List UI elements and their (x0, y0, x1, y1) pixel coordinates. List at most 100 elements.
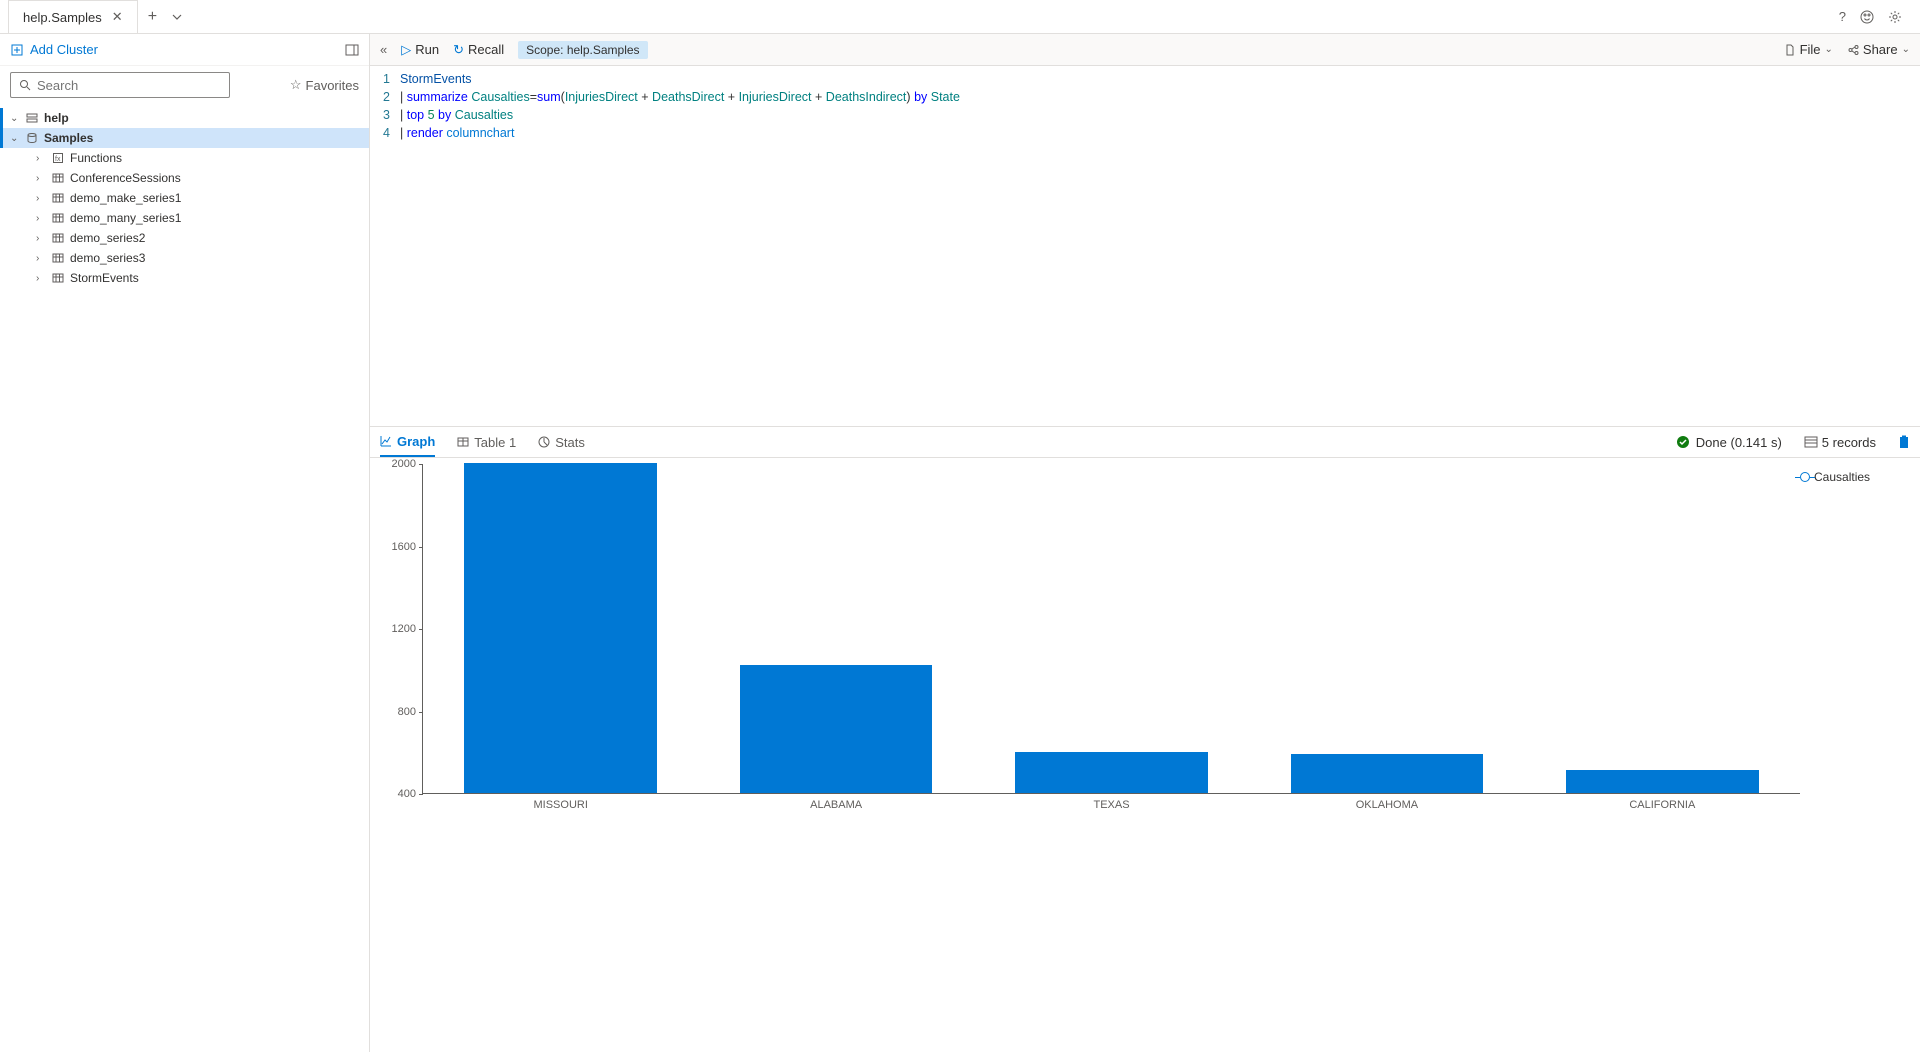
tree-label: demo_many_series1 (70, 211, 181, 225)
tree-node-samples[interactable]: ⌄ Samples (0, 128, 369, 148)
record-count: 5 records (1804, 435, 1876, 450)
cluster-icon (26, 112, 38, 124)
favorites-label: Favorites (306, 78, 359, 93)
feedback-icon[interactable] (1860, 10, 1874, 24)
table-icon (52, 172, 64, 184)
file-icon (1784, 44, 1796, 56)
file-label: File (1800, 42, 1821, 57)
chevron-right-icon: › (36, 213, 46, 224)
collapse-panel-icon[interactable] (345, 43, 359, 57)
y-tick-label: 1600 (392, 541, 416, 553)
search-box[interactable] (10, 72, 230, 98)
legend-item[interactable]: Causalties (1800, 470, 1890, 484)
query-toolbar: « ▷ Run ↻ Recall Scope: help.Samples Fil… (370, 34, 1920, 66)
records-text: 5 records (1822, 435, 1876, 450)
x-tick-label: TEXAS (974, 799, 1249, 811)
chevron-right-icon: › (36, 173, 46, 184)
new-tab-icon[interactable]: + (148, 8, 157, 26)
chevron-right-icon: › (36, 273, 46, 284)
tree-label: help (44, 111, 69, 125)
table-icon (52, 232, 64, 244)
add-cluster-label: Add Cluster (30, 42, 98, 57)
status-text: Done (0.141 s) (1696, 435, 1782, 450)
chart-bar[interactable] (464, 463, 657, 793)
scope-indicator[interactable]: Scope: help.Samples (518, 41, 647, 59)
star-icon: ☆ (290, 77, 302, 93)
run-label: Run (415, 42, 439, 57)
database-icon (26, 132, 38, 144)
y-tick-label: 2000 (392, 458, 416, 470)
search-row: ☆ Favorites (0, 66, 369, 104)
tree-label: StormEvents (70, 271, 139, 285)
chevron-down-icon: ⌄ (10, 133, 20, 144)
tab-dropdown-icon[interactable] (171, 11, 183, 23)
x-tick-label: MISSOURI (423, 799, 698, 811)
close-icon[interactable]: ✕ (112, 9, 123, 25)
run-button[interactable]: ▷ Run (401, 42, 439, 58)
recall-button[interactable]: ↻ Recall (453, 42, 504, 58)
settings-icon[interactable] (1888, 10, 1902, 24)
tree-node-table[interactable]: › demo_series3 (0, 248, 369, 268)
plot-area: MISSOURIALABAMATEXASOKLAHOMACALIFORNIA (422, 464, 1800, 794)
chevron-right-icon: › (36, 253, 46, 264)
help-icon[interactable]: ? (1839, 9, 1846, 24)
favorites-button[interactable]: ☆ Favorites (290, 77, 359, 93)
share-label: Share (1863, 42, 1898, 57)
tree-node-table[interactable]: › demo_make_series1 (0, 188, 369, 208)
tree-label: ConferenceSessions (70, 171, 181, 185)
search-input[interactable] (37, 78, 221, 93)
graph-icon (380, 435, 392, 447)
tab-label: Table 1 (474, 435, 516, 450)
tab-label: Stats (555, 435, 585, 450)
y-tick-label: 400 (398, 788, 416, 800)
tab-graph[interactable]: Graph (380, 427, 435, 457)
sidebar: Add Cluster ☆ Favorites ⌄ (0, 34, 370, 1052)
file-button[interactable]: File ⌄ (1784, 42, 1833, 57)
query-status: Done (0.141 s) (1676, 435, 1782, 450)
chart-bar[interactable] (1566, 770, 1759, 793)
y-axis: 400800120016002000 (380, 464, 422, 794)
query-editor[interactable]: 1 2 3 4 StormEvents | summarize Causalti… (370, 66, 1920, 426)
tab-bar: help.Samples ✕ + ? (0, 0, 1920, 34)
y-tick-label: 800 (398, 706, 416, 718)
records-icon (1804, 436, 1818, 448)
x-tick-label: OKLAHOMA (1249, 799, 1524, 811)
chevron-down-icon: ⌄ (1902, 44, 1910, 55)
tree-node-table[interactable]: › ConferenceSessions (0, 168, 369, 188)
chevron-right-icon: › (36, 233, 46, 244)
x-tick-label: ALABAMA (698, 799, 973, 811)
tree-node-functions[interactable]: › fx Functions (0, 148, 369, 168)
x-tick-label: CALIFORNIA (1525, 799, 1800, 811)
stats-icon (538, 436, 550, 448)
tab-title: help.Samples (23, 10, 102, 25)
add-cluster-button[interactable]: Add Cluster (0, 34, 369, 66)
clipboard-icon[interactable] (1898, 435, 1910, 449)
tree-label: demo_series3 (70, 251, 145, 265)
tree-node-table[interactable]: › demo_series2 (0, 228, 369, 248)
table-icon (52, 252, 64, 264)
code-content[interactable]: StormEvents | summarize Causalties=sum(I… (400, 70, 1920, 422)
chevron-right-icon: › (36, 153, 46, 164)
chart-bar[interactable] (740, 665, 933, 793)
tab-table[interactable]: Table 1 (457, 427, 516, 457)
x-axis-labels: MISSOURIALABAMATEXASOKLAHOMACALIFORNIA (423, 799, 1800, 811)
chevron-right-icon: › (36, 193, 46, 204)
table-icon (52, 212, 64, 224)
tab-help-samples[interactable]: help.Samples ✕ (8, 0, 138, 33)
svg-text:fx: fx (55, 156, 61, 163)
share-icon (1847, 44, 1859, 56)
tree-node-table[interactable]: › StormEvents (0, 268, 369, 288)
collapse-left-icon[interactable]: « (380, 42, 387, 57)
share-button[interactable]: Share ⌄ (1847, 42, 1910, 57)
tree-node-help[interactable]: ⌄ help (0, 108, 369, 128)
chart-bar[interactable] (1291, 754, 1484, 793)
line-numbers: 1 2 3 4 (370, 70, 400, 422)
chart-bar[interactable] (1015, 752, 1208, 793)
play-icon: ▷ (401, 42, 411, 58)
tree-label: Functions (70, 151, 122, 165)
table-icon (457, 436, 469, 448)
tree-node-table[interactable]: › demo_many_series1 (0, 208, 369, 228)
tab-stats[interactable]: Stats (538, 427, 585, 457)
tab-actions: + (138, 8, 193, 26)
column-chart[interactable]: 400800120016002000 MISSOURIALABAMATEXASO… (380, 464, 1800, 1046)
